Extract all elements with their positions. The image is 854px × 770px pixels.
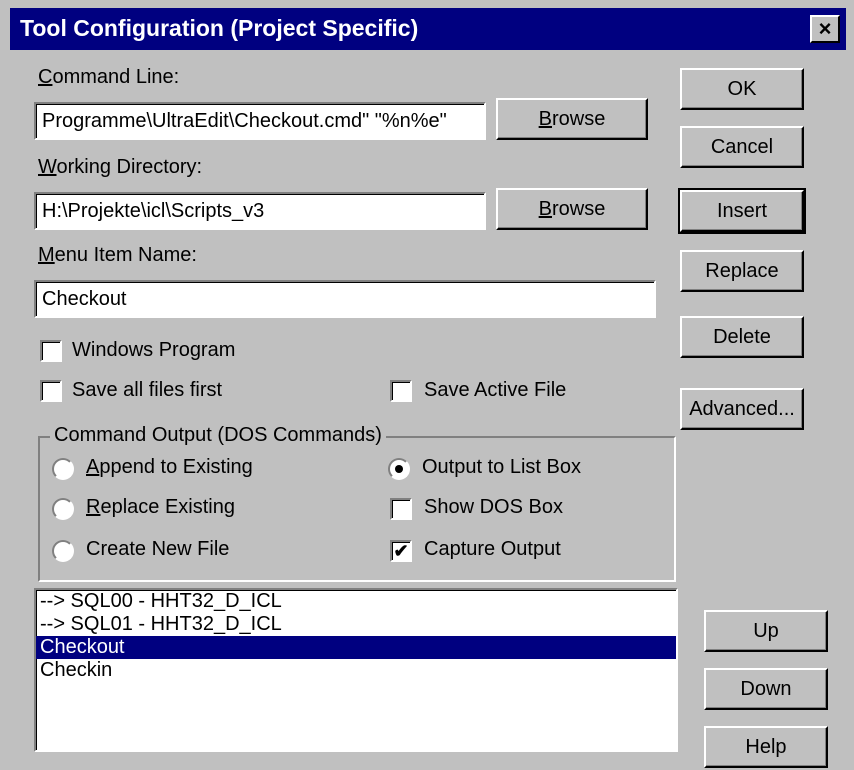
- radio-selected-dot: [395, 465, 403, 473]
- command-line-label-text: ommand Line:: [52, 66, 180, 88]
- windows-program-label: Windows Program: [72, 339, 236, 361]
- capture-output-label: Capture Output: [424, 538, 561, 560]
- title-bar[interactable]: Tool Configuration (Project Specific) ×: [10, 8, 846, 50]
- save-active-file-checkbox[interactable]: [390, 380, 412, 402]
- command-line-browse-button[interactable]: Browse: [496, 98, 648, 140]
- append-to-existing-label-text: ppend to Existing: [99, 456, 253, 478]
- advanced-button[interactable]: Advanced...: [680, 388, 804, 430]
- window-title: Tool Configuration (Project Specific): [20, 15, 419, 41]
- list-item[interactable]: --> SQL00 - HHT32_D_ICL: [36, 590, 676, 613]
- up-button[interactable]: Up: [704, 610, 828, 652]
- tool-configuration-dialog: Tool Configuration (Project Specific) × …: [0, 0, 854, 770]
- help-button[interactable]: Help: [704, 726, 828, 768]
- working-directory-label-text: orking Directory:: [56, 156, 203, 178]
- list-item[interactable]: Checkout: [36, 636, 676, 659]
- command-output-group-title: Command Output (DOS Commands): [50, 424, 386, 447]
- show-dos-box-label: Show DOS Box: [424, 496, 563, 518]
- ok-button[interactable]: OK: [680, 68, 804, 110]
- create-new-file-label: Create New File: [86, 538, 230, 560]
- working-directory-label: Working Directory:: [38, 156, 203, 178]
- replace-existing-label: Replace Existing: [86, 496, 235, 518]
- menu-item-name-input[interactable]: Checkout: [34, 280, 656, 318]
- working-directory-input[interactable]: H:\Projekte\icl\Scripts_v3: [34, 192, 486, 230]
- browse-rest: rowse: [551, 108, 606, 130]
- replace-existing-radio[interactable]: [52, 498, 74, 520]
- save-active-file-label: Save Active File: [424, 379, 567, 401]
- save-all-files-first-label: Save all files first: [72, 379, 223, 401]
- working-directory-browse-button[interactable]: Browse: [496, 188, 648, 230]
- menu-item-name-label-text: enu Item Name:: [54, 244, 197, 266]
- output-to-list-box-label: Output to List Box: [422, 456, 581, 478]
- replace-button[interactable]: Replace: [680, 250, 804, 292]
- delete-button[interactable]: Delete: [680, 316, 804, 358]
- output-to-list-box-radio[interactable]: [388, 458, 410, 480]
- capture-output-checkbox[interactable]: ✔: [390, 540, 412, 562]
- insert-button[interactable]: Insert: [678, 188, 806, 234]
- tool-list[interactable]: --> SQL00 - HHT32_D_ICL --> SQL01 - HHT32…: [34, 588, 678, 752]
- cancel-button[interactable]: Cancel: [680, 126, 804, 168]
- browse-rest: rowse: [551, 198, 606, 220]
- save-all-files-first-checkbox[interactable]: [40, 380, 62, 402]
- menu-item-name-label: Menu Item Name:: [38, 244, 197, 266]
- down-button[interactable]: Down: [704, 668, 828, 710]
- append-to-existing-label: Append to Existing: [86, 456, 253, 478]
- command-line-input[interactable]: Programme\UltraEdit\Checkout.cmd" "%n%e": [34, 102, 486, 140]
- windows-program-checkbox[interactable]: [40, 340, 62, 362]
- create-new-file-radio[interactable]: [52, 540, 74, 562]
- command-line-label: Command Line:: [38, 66, 180, 88]
- list-item[interactable]: Checkin: [36, 659, 676, 682]
- list-item[interactable]: --> SQL01 - HHT32_D_ICL: [36, 613, 676, 636]
- replace-existing-label-text: eplace Existing: [100, 496, 235, 518]
- show-dos-box-checkbox[interactable]: [390, 498, 412, 520]
- close-icon[interactable]: ×: [810, 15, 840, 43]
- append-to-existing-radio[interactable]: [52, 458, 74, 480]
